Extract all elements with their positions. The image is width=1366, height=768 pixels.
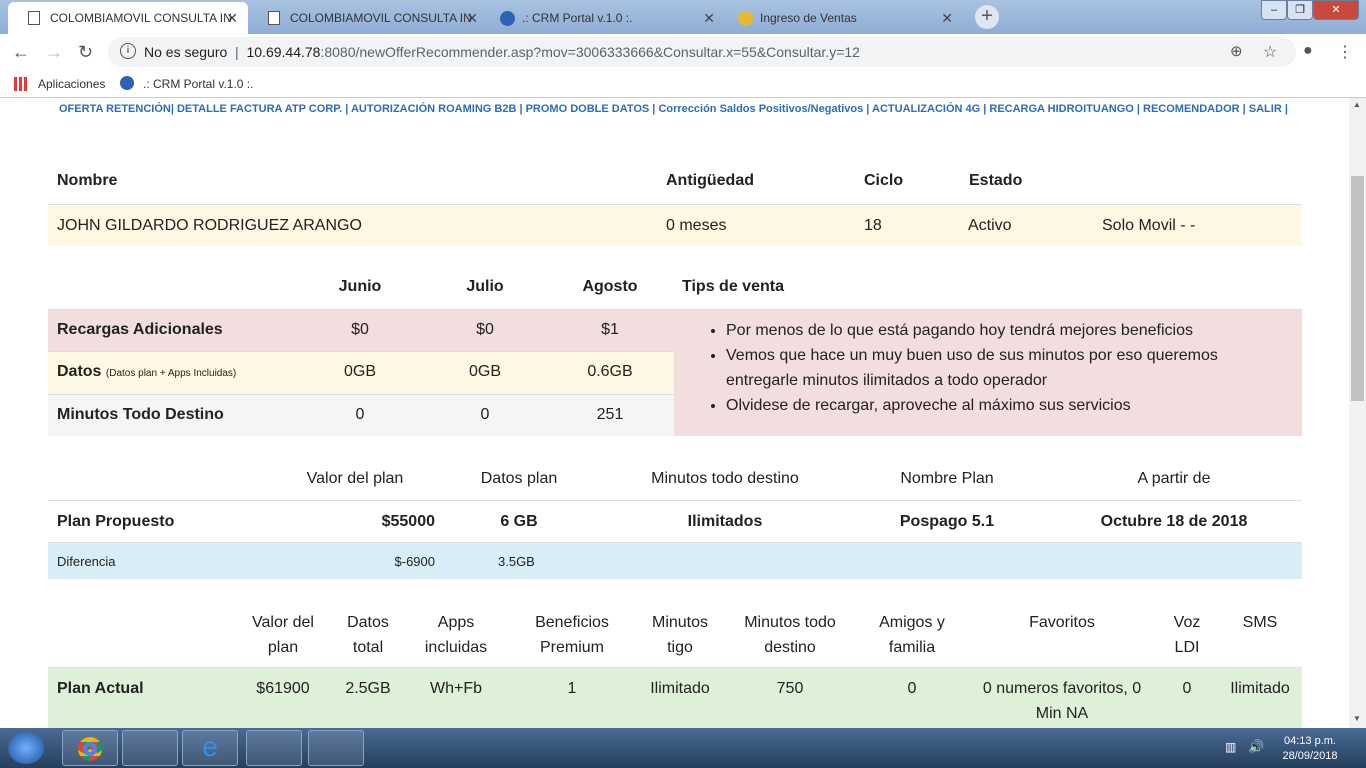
- menu-autorizacion-roaming[interactable]: AUTORIZACIÓN ROAMING B2B |: [351, 103, 523, 115]
- proposed-plan-row: Plan Propuesto $55000 6 GB Ilimitados Po…: [48, 500, 1302, 542]
- proposed-header-row: Valor del plan Datos plan Minutos todo d…: [306, 470, 1211, 487]
- tab-bar: COLOMBIAMOVIL CONSULTA IN ✕ COLOMBIAMOVIL…: [0, 0, 1366, 34]
- tigo-icon: [120, 76, 134, 90]
- maximize-button[interactable]: ❐: [1287, 0, 1313, 20]
- bookmarks-bar: Aplicaciones .: CRM Portal v.1.0 :.: [0, 70, 1366, 98]
- page-content: OFERTA RETENCIÓN| DETALLE FACTURA ATP CO…: [0, 98, 1349, 728]
- menu-correccion-saldos[interactable]: Corrección Saldos Positivos/Negativos |: [658, 103, 869, 115]
- bookmark-crm-portal[interactable]: .: CRM Portal v.1.0 :.: [143, 77, 253, 91]
- menu-promo-doble-datos[interactable]: PROMO DOBLE DATOS |: [526, 103, 656, 115]
- menu-recomendador[interactable]: RECOMENDADOR |: [1143, 103, 1246, 115]
- address-bar: ← → ↻ i No es seguro | 10.69.44.78:8080/…: [0, 34, 1366, 70]
- menu-recarga-hidroituango[interactable]: RECARGA HIDROITUANGO |: [989, 103, 1140, 115]
- zoom-icon[interactable]: ⊕: [1230, 42, 1243, 60]
- taskbar: e ▥ 🔊 04:13 p.m. 28/09/2018: [0, 728, 1366, 768]
- close-window-button[interactable]: ✕: [1313, 0, 1359, 20]
- network-icon[interactable]: ▥: [1225, 740, 1236, 754]
- status: Activo: [968, 217, 1012, 234]
- tab-ingreso-ventas[interactable]: Ingreso de Ventas ✕: [718, 2, 963, 34]
- close-tab-icon[interactable]: ✕: [226, 10, 238, 27]
- tab-colombiamovil-2[interactable]: COLOMBIAMOVIL CONSULTA IN ✕: [248, 2, 488, 34]
- volume-icon[interactable]: 🔊: [1248, 739, 1264, 755]
- client-header-row: Nombre Antigüedad Ciclo Estado: [57, 172, 1023, 189]
- forward-icon[interactable]: →: [45, 42, 63, 63]
- ie-taskbar-icon[interactable]: e: [182, 730, 238, 766]
- client-name: JOHN GILDARDO RODRIGUEZ ARANGO: [57, 217, 362, 234]
- bookmark-star-icon[interactable]: ☆: [1263, 42, 1277, 62]
- close-tab-icon[interactable]: ✕: [466, 10, 478, 27]
- usage-row-recargas: Recargas Adicionales $0 $0 $1: [48, 309, 674, 351]
- new-tab-button[interactable]: +: [975, 5, 999, 29]
- notes-taskbar-icon[interactable]: [122, 730, 178, 766]
- usage-row-datos: Datos (Datos plan + Apps Incluidas) 0GB …: [48, 351, 674, 394]
- chrome-taskbar-icon[interactable]: [62, 730, 118, 766]
- menu-oferta-retencion[interactable]: OFERTA RETENCIÓN|: [59, 103, 174, 115]
- scrollbar-thumb[interactable]: [1351, 176, 1364, 401]
- tip-item: Vemos que hace un muy buen uso de sus mi…: [726, 343, 1292, 393]
- menu-salir[interactable]: SALIR |: [1249, 103, 1288, 115]
- menu-icon[interactable]: ⋮: [1337, 42, 1353, 62]
- bookmark-apps[interactable]: Aplicaciones: [38, 77, 105, 91]
- current-plan-row: Plan Actual $61900 2.5GB Wh+Fb 1 Ilimita…: [48, 667, 1302, 728]
- site-icon: [738, 11, 753, 26]
- close-tab-icon[interactable]: ✕: [703, 10, 715, 27]
- client-row: JOHN GILDARDO RODRIGUEZ ARANGO 0 meses 1…: [48, 204, 1302, 246]
- close-tab-icon[interactable]: ✕: [941, 10, 953, 27]
- reload-icon[interactable]: ↻: [78, 42, 93, 63]
- usage-header-row: Junio Julio Agosto Tips de venta: [338, 278, 784, 295]
- scroll-up-icon[interactable]: ▲: [1353, 100, 1361, 109]
- difference-row: Diferencia $-6900 3.5GB: [48, 542, 1302, 579]
- tip-item: Por menos de lo que está pagando hoy ten…: [726, 318, 1292, 343]
- back-icon[interactable]: ←: [12, 42, 30, 63]
- excel-taskbar-icon[interactable]: [246, 730, 302, 766]
- page-icon: [268, 11, 280, 25]
- tab-colombiamovil-1[interactable]: COLOMBIAMOVIL CONSULTA IN ✕: [8, 2, 248, 34]
- clock[interactable]: 04:13 p.m. 28/09/2018: [1270, 734, 1350, 764]
- apps-icon: [14, 77, 28, 91]
- calculator-taskbar-icon[interactable]: [308, 730, 364, 766]
- sales-tips: Por menos de lo que está pagando hoy ten…: [674, 309, 1302, 436]
- tigo-icon: [500, 11, 515, 26]
- current-header-row: Valor del plan Datos total Apps incluida…: [252, 614, 1278, 656]
- scroll-down-icon[interactable]: ▼: [1353, 714, 1361, 723]
- start-button[interactable]: [8, 732, 44, 764]
- url-input[interactable]: i No es seguro | 10.69.44.78:8080/newOff…: [108, 37, 1296, 67]
- minimize-button[interactable]: –: [1261, 0, 1287, 20]
- vertical-scrollbar[interactable]: ▲ ▼: [1349, 98, 1366, 728]
- tab-crm-portal[interactable]: .: CRM Portal v.1.0 :. ✕: [480, 2, 725, 34]
- menu-actualizacion-4g[interactable]: ACTUALIZACIÓN 4G |: [872, 103, 986, 115]
- page-icon: [28, 11, 40, 25]
- usage-row-minutos: Minutos Todo Destino 0 0 251: [48, 394, 674, 436]
- menu-detalle-factura[interactable]: DETALLE FACTURA ATP CORP. |: [177, 103, 348, 115]
- profile-icon[interactable]: ●: [1303, 42, 1313, 60]
- top-menu: OFERTA RETENCIÓN| DETALLE FACTURA ATP CO…: [59, 103, 1288, 115]
- info-icon[interactable]: i: [120, 43, 136, 59]
- tip-item: Olvidese de recargar, aproveche al máxim…: [726, 393, 1292, 418]
